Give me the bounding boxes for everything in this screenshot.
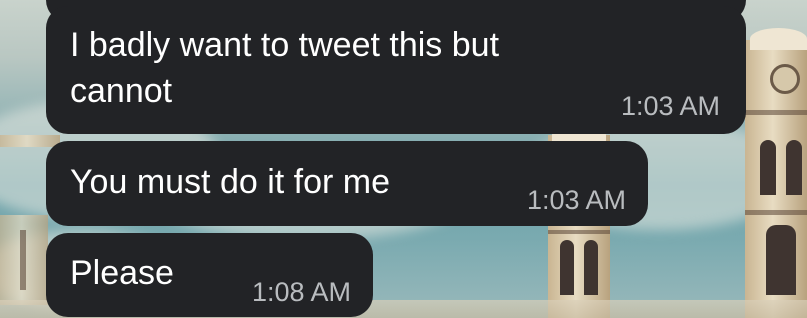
message-bubble[interactable]: You must do it for me 1:03 AM — [46, 141, 648, 226]
message-timestamp: 1:08 AM — [251, 277, 351, 307]
message-text: Please — [70, 254, 174, 292]
message-list: I badly want to tweet this but cannot 1:… — [0, 0, 807, 318]
message-bubble[interactable]: I badly want to tweet this but cannot 1:… — [46, 6, 746, 134]
message-timestamp: 1:03 AM — [526, 185, 626, 215]
message-bubble[interactable]: Please 1:08 AM — [46, 233, 373, 317]
message-timestamp: 1:03 AM — [620, 91, 720, 121]
message-text: You must do it for me — [70, 163, 391, 201]
message-text: I badly want to tweet this but cannot — [70, 26, 500, 110]
